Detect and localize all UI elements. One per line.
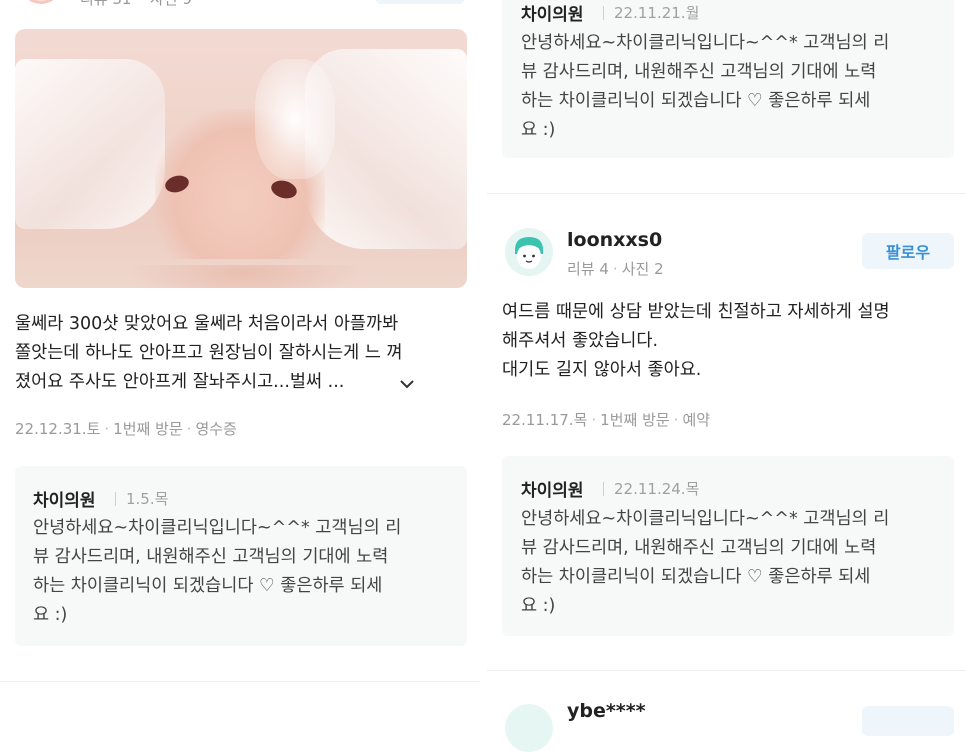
photo-lip [125, 265, 365, 288]
review-visit: 1번째 방문 [113, 420, 183, 438]
reviewer-username[interactable]: loonxxs0 [567, 229, 662, 251]
review-date: 22.11.17.목 [502, 411, 588, 429]
next-reviewer-avatar[interactable] [505, 704, 553, 752]
reply-divider [115, 492, 116, 506]
reviewer-photo-count: 사진 2 [621, 260, 664, 278]
avatar-face-icon [505, 228, 553, 276]
photo-wrap-left [15, 59, 165, 229]
reply-date: 22.11.24.목 [614, 480, 700, 498]
reviewer-stats: 리뷰 4 · 사진 2 [567, 260, 664, 278]
owner-reply-box: 차이의원 22.11.24.목 안녕하세요~차이클리닉입니다~^^* 고객님의 … [502, 456, 954, 636]
reply-date: 1.5.목 [126, 490, 169, 508]
review-tag: 예약 [682, 411, 711, 429]
follow-button[interactable] [375, 0, 465, 4]
reply-text: 안녕하세요~차이클리닉입니다~^^* 고객님의 리 뷰 감사드리며, 내원해주신… [521, 509, 890, 616]
review-photo[interactable] [15, 29, 467, 288]
reply-owner-name: 차이의원 [521, 481, 584, 501]
reviewer-review-count: 리뷰 4 [567, 260, 609, 278]
reply-divider [603, 482, 604, 496]
review-visit: 1번째 방문 [600, 411, 670, 429]
section-divider [487, 193, 966, 194]
reply-owner-name: 차이의원 [521, 5, 584, 25]
reviewer-review-count: 리뷰 31 [80, 0, 131, 9]
reviewer-avatar[interactable] [505, 228, 553, 276]
reply-text: 안녕하세요~차이클리닉입니다~^^* 고객님의 리 뷰 감사드리며, 내원해주신… [521, 33, 890, 140]
next-reviewer-username[interactable]: ybe**** [567, 700, 646, 722]
review-text[interactable]: 여드름 때문에 상담 받았는데 친절하고 자세하게 설명 해주셔서 좋았습니다.… [502, 298, 964, 385]
review-meta: 22.12.31.토 · 1번째 방문 · 영수증 [15, 420, 237, 438]
reviewer-avatar[interactable] [20, 0, 62, 4]
review-tag: 영수증 [195, 420, 237, 438]
follow-button[interactable]: 팔로우 [862, 233, 954, 269]
section-divider [487, 670, 966, 671]
reply-divider [603, 6, 604, 20]
left-review-column: 리뷰 31 사진 9 울쎄라 300샷 맞았어요 울쎄라 처음이라서 아플까봐 … [0, 0, 480, 714]
section-divider [0, 681, 480, 682]
next-follow-button[interactable] [862, 706, 954, 736]
right-review-column: 차이의원 22.11.21.월 안녕하세요~차이클리닉입니다~^^* 고객님의 … [487, 0, 966, 752]
photo-cream [255, 59, 335, 179]
reply-text: 안녕하세요~차이클리닉입니다~^^* 고객님의 리 뷰 감사드리며, 내원해주신… [33, 518, 402, 625]
chevron-down-icon[interactable] [399, 378, 415, 390]
reply-date: 22.11.21.월 [614, 4, 700, 22]
owner-reply-box: 차이의원 22.11.21.월 안녕하세요~차이클리닉입니다~^^* 고객님의 … [502, 0, 954, 158]
review-date: 22.12.31.토 [15, 420, 101, 438]
reviewer-photo-count: 사진 9 [150, 0, 192, 9]
reply-owner-name: 차이의원 [33, 491, 96, 511]
review-meta: 22.11.17.목 · 1번째 방문 · 예약 [502, 411, 711, 429]
owner-reply-box: 차이의원 1.5.목 안녕하세요~차이클리닉입니다~^^* 고객님의 리 뷰 감… [15, 466, 467, 646]
